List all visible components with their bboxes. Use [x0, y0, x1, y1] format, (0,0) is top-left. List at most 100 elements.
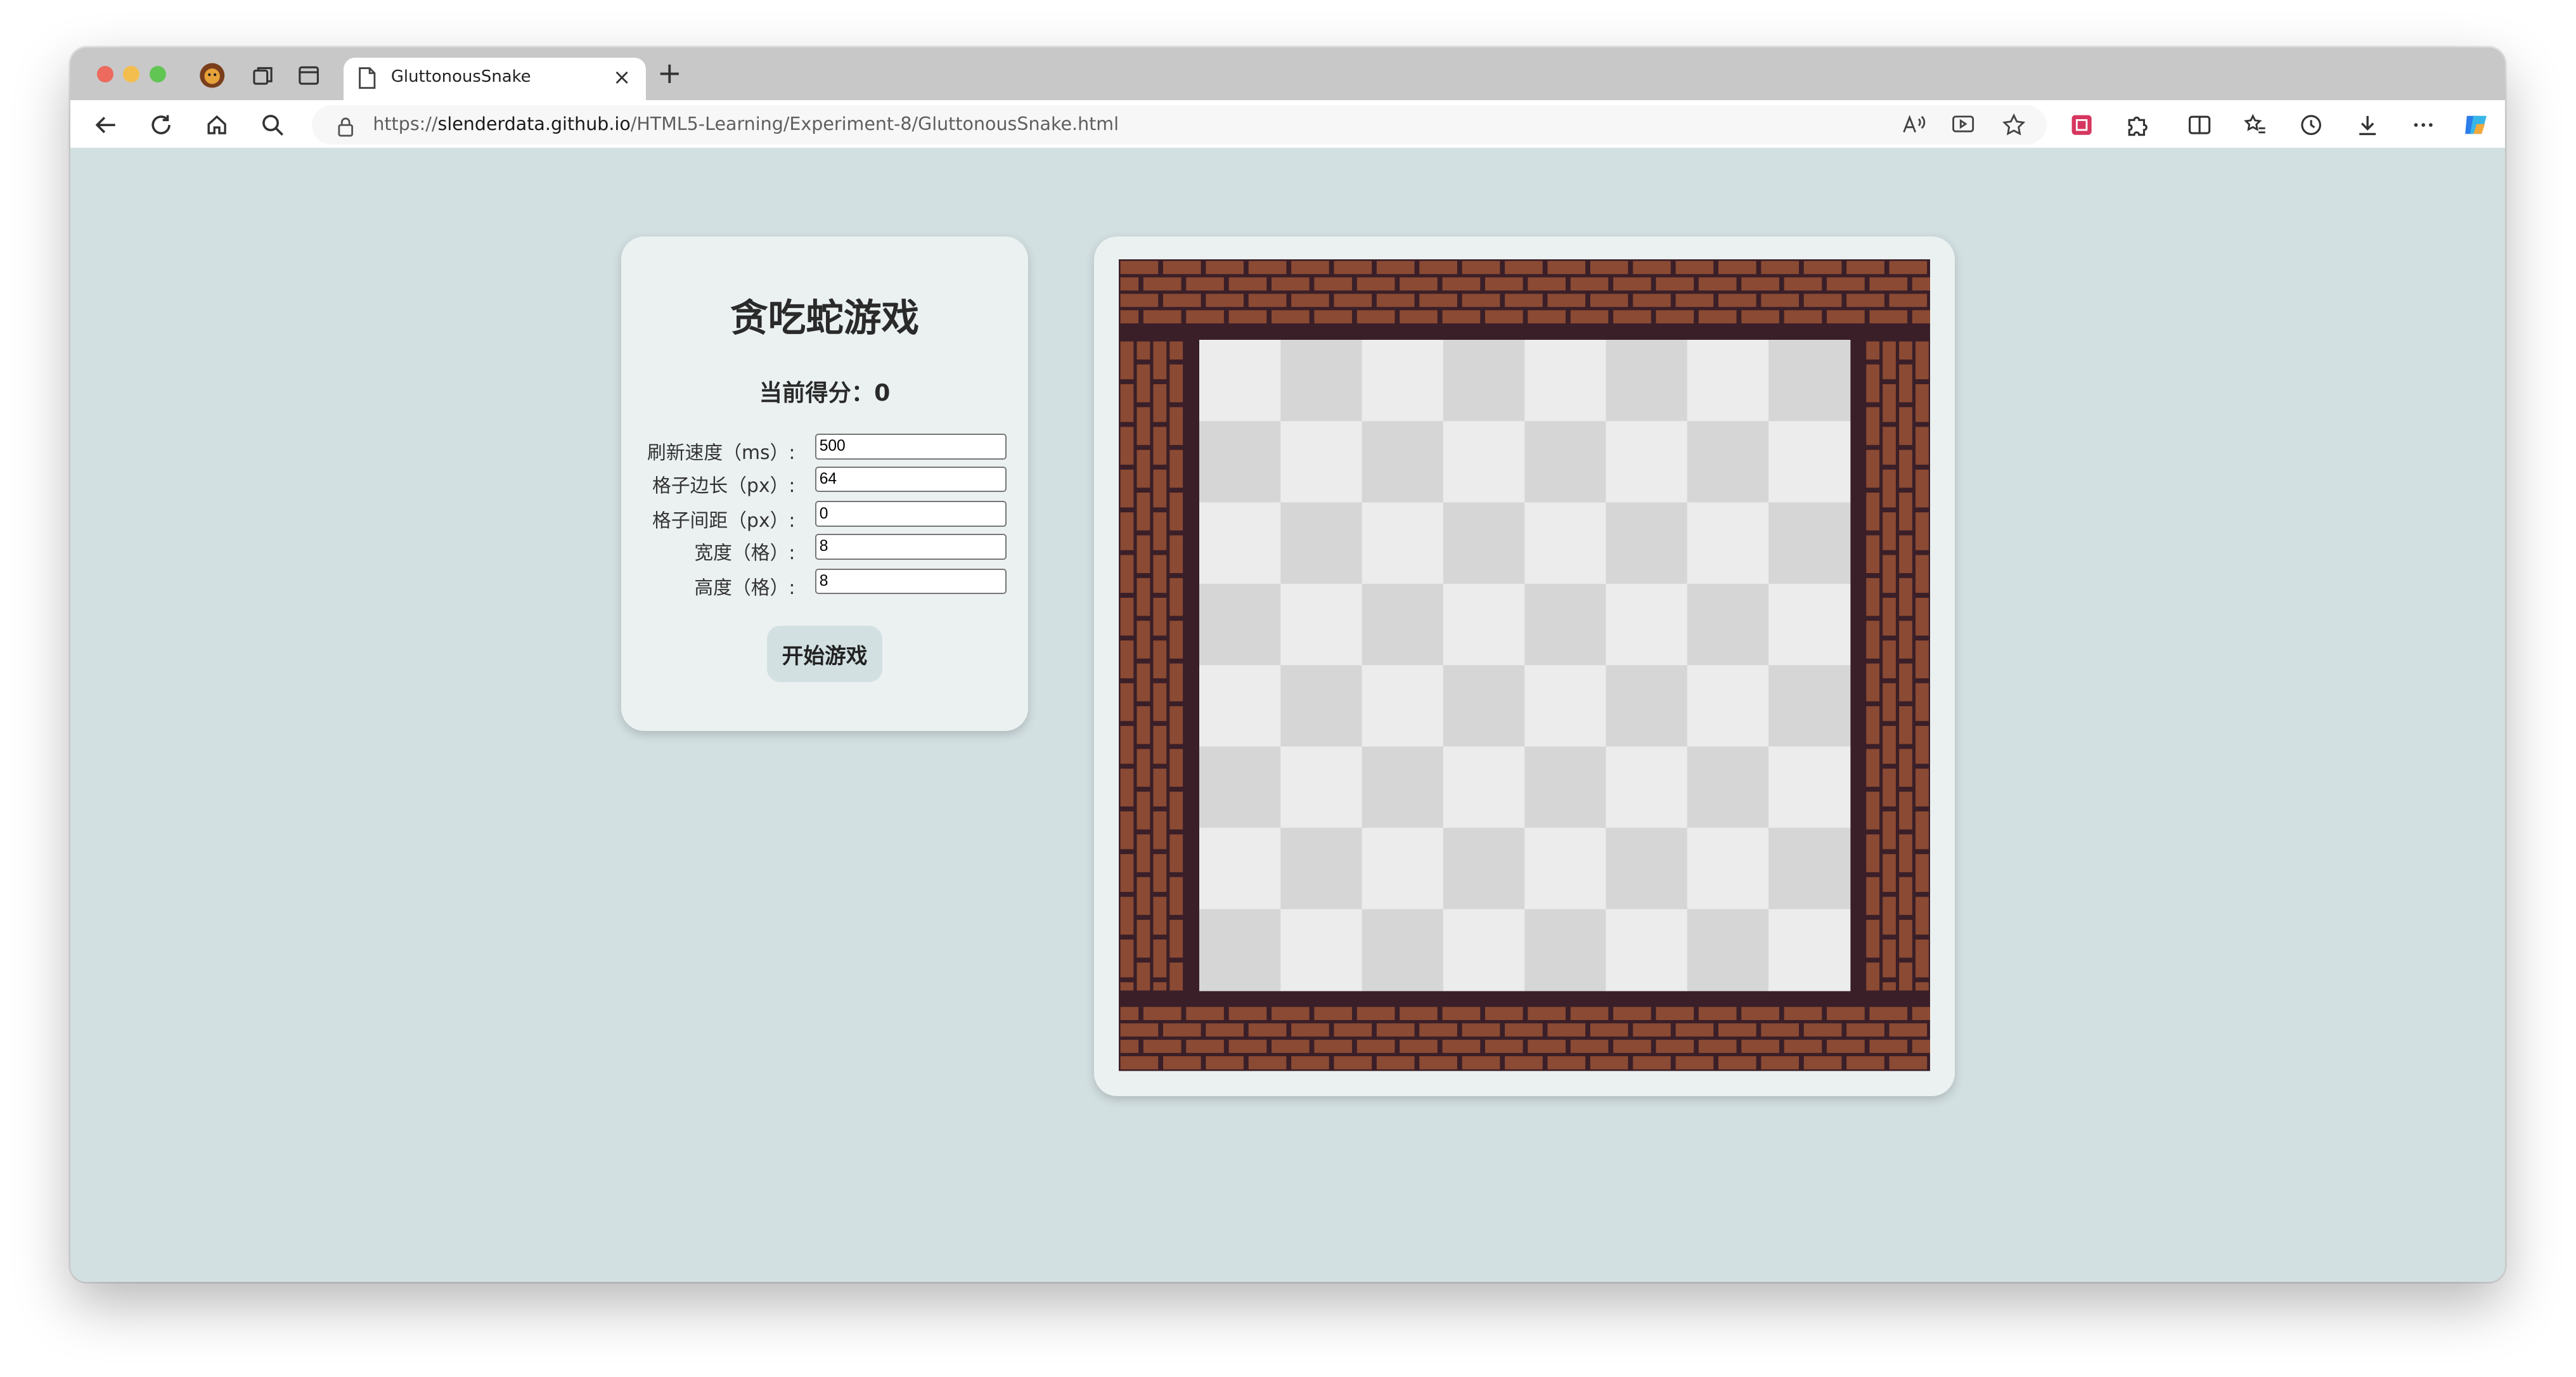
wall-brick [1120, 427, 1134, 465]
wall-brick [1899, 792, 1912, 830]
cell-size-input[interactable] [815, 467, 1007, 493]
wall-brick [1291, 1023, 1329, 1037]
board-cell [1280, 584, 1363, 666]
wall-brick [1899, 578, 1912, 616]
wall-brick [1866, 792, 1879, 830]
wall-brick [1866, 407, 1879, 446]
wall-brick [1137, 664, 1150, 702]
favorites-icon[interactable] [2241, 110, 2270, 140]
wall-brick [1120, 512, 1134, 551]
wall-brick [1846, 1023, 1884, 1037]
new-tab-button[interactable]: + [657, 59, 682, 89]
url-host: slenderdata.github.io [437, 113, 631, 134]
wall-brick [1912, 277, 1931, 291]
split-screen-icon[interactable] [2185, 110, 2215, 140]
wall-brick [1120, 310, 1139, 324]
wall-brick [1169, 920, 1183, 958]
wall-brick [1120, 726, 1134, 765]
wall-brick [1656, 1007, 1694, 1021]
maximize-window-button[interactable] [149, 65, 166, 82]
board-cell [1606, 746, 1688, 829]
wall-brick [1169, 578, 1183, 616]
history-icon[interactable] [2296, 110, 2326, 140]
wall-brick [1883, 342, 1896, 380]
wall-brick [1291, 1056, 1329, 1070]
wall-brick [1153, 384, 1167, 423]
wall-brick [1356, 310, 1395, 324]
wall-brick [1162, 1023, 1201, 1037]
wall-brick [1505, 1056, 1543, 1070]
wall-brick [1505, 1023, 1543, 1037]
wall-brick [1400, 1007, 1438, 1021]
wall-brick [1442, 310, 1481, 324]
tab-actions-icon[interactable] [296, 62, 322, 88]
url-text[interactable]: https://slenderdata.github.io/HTML5-Lear… [373, 113, 1119, 134]
wall-brick [1442, 1040, 1481, 1054]
board-cell [1524, 340, 1607, 422]
close-tab-icon[interactable]: × [613, 64, 631, 90]
wall-brick [1120, 854, 1134, 893]
lock-icon[interactable] [337, 113, 355, 144]
wall-brick [1912, 310, 1931, 324]
board-cell [1199, 746, 1282, 829]
wall-brick [1528, 1007, 1566, 1021]
width-input[interactable] [815, 534, 1007, 560]
home-icon[interactable] [202, 110, 232, 140]
wall-brick [1169, 450, 1183, 488]
favorite-star-icon[interactable] [1999, 110, 2029, 140]
wall-brick [1143, 310, 1182, 324]
tab-gluttonous-snake[interactable]: GluttonousSnake × [343, 57, 646, 101]
wall-brick [1916, 342, 1929, 380]
wall-brick [1356, 1007, 1395, 1021]
extension-icon[interactable] [2066, 110, 2096, 140]
wall-brick [1143, 1007, 1182, 1021]
copilot-icon[interactable] [2461, 110, 2491, 140]
board-cell [1768, 584, 1851, 666]
cell-gap-input[interactable] [815, 501, 1007, 527]
wall-brick [1866, 749, 1879, 787]
wall-brick [1866, 578, 1879, 616]
refresh-speed-input[interactable] [815, 434, 1007, 460]
wall-brick [1718, 1056, 1756, 1070]
profile-avatar-icon[interactable] [199, 62, 225, 88]
wall-brick [1916, 982, 1929, 991]
search-icon[interactable] [258, 110, 288, 140]
score-value: 0 [874, 378, 891, 406]
wall-brick [1169, 749, 1183, 787]
minimize-window-button[interactable] [123, 65, 140, 82]
app-available-icon[interactable] [1948, 110, 1978, 140]
board-cell [1199, 503, 1282, 585]
address-bar[interactable]: https://slenderdata.github.io/HTML5-Lear… [312, 105, 2047, 145]
workspaces-icon[interactable] [250, 62, 276, 88]
wall-brick [1827, 1007, 1865, 1021]
board-cell [1362, 746, 1444, 829]
wall-brick [1120, 1056, 1159, 1070]
downloads-icon[interactable] [2352, 110, 2382, 140]
wall-brick [1484, 1040, 1523, 1054]
wall-brick [1899, 706, 1912, 745]
wall-brick [1153, 342, 1167, 380]
wall-brick [1505, 294, 1543, 307]
wall-brick [1916, 598, 1929, 637]
wall-brick [1376, 261, 1415, 275]
wall-brick [1741, 1007, 1779, 1021]
wall-brick [1484, 1007, 1523, 1021]
wall-brick [1153, 768, 1167, 807]
height-row: 高度（格）: [621, 568, 1029, 599]
wall-brick [1916, 512, 1929, 551]
start-game-button[interactable]: 开始游戏 [767, 626, 882, 682]
wall-brick [1784, 1007, 1822, 1021]
more-options-icon[interactable] [2409, 110, 2438, 140]
wall-brick [1761, 1056, 1800, 1070]
wall-brick [1228, 277, 1267, 291]
close-window-button[interactable] [96, 65, 113, 82]
height-input[interactable] [815, 568, 1007, 595]
board-cell [1768, 828, 1851, 910]
game-board[interactable] [1119, 259, 1931, 1071]
back-icon[interactable] [91, 110, 120, 140]
wall-brick [1442, 277, 1481, 291]
read-aloud-icon[interactable] [1899, 110, 1929, 140]
wall-brick [1899, 621, 1912, 659]
extensions-puzzle-icon[interactable] [2123, 110, 2153, 140]
refresh-icon[interactable] [146, 110, 176, 140]
